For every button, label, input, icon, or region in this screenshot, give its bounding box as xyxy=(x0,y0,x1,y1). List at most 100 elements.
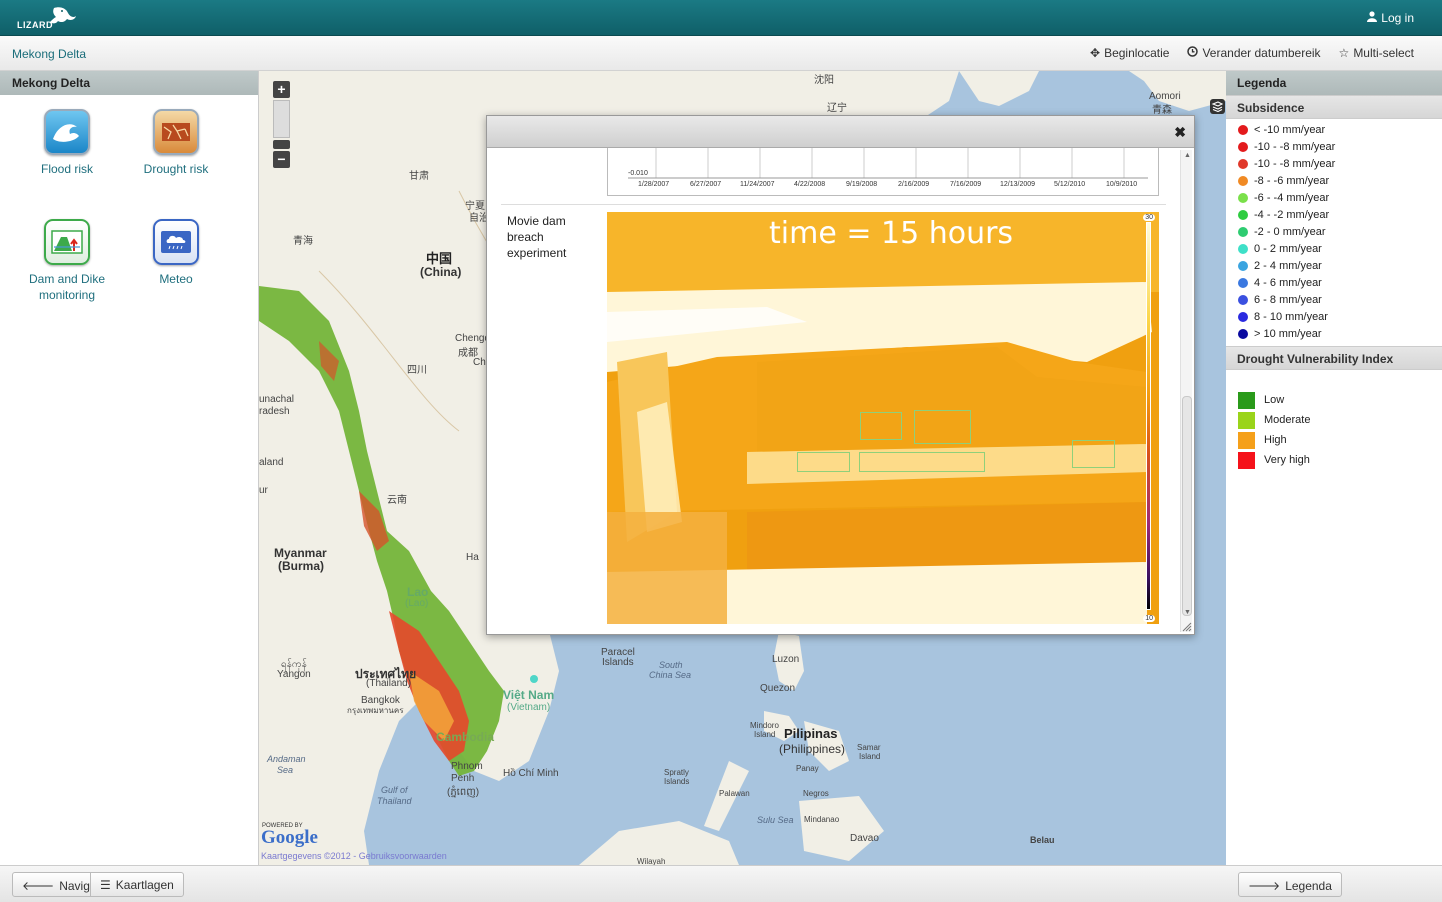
drought-legend-item: Moderate xyxy=(1238,410,1442,430)
subsidence-legend: < -10 mm/year -10 - -8 mm/year -10 - -8 mm… xyxy=(1226,119,1442,346)
zoom-slider-handle[interactable] xyxy=(273,140,290,149)
map-label: 甘肃 xyxy=(409,171,429,182)
zoom-control: + − xyxy=(273,81,290,168)
map-label: South xyxy=(659,660,683,670)
map-label: Andaman xyxy=(267,754,306,764)
legend-dot-icon xyxy=(1238,311,1248,322)
app-meteo[interactable]: Meteo xyxy=(126,219,226,287)
map-layers-label: Kaartlagen xyxy=(115,878,174,892)
zoom-in-button[interactable]: + xyxy=(273,81,290,98)
subsidence-legend-item: -10 - -8 mm/year xyxy=(1238,138,1442,155)
lizard-logo[interactable]: LIZARD xyxy=(14,4,80,32)
scroll-down-icon[interactable]: ▼ xyxy=(1184,609,1191,616)
map-label: Yangon xyxy=(277,669,311,680)
scroll-thumb[interactable] xyxy=(1182,396,1192,616)
map-attribution: Kaartgegevens ©2012 - Gebruiksvoorwaarde… xyxy=(261,851,447,861)
resize-handle-icon[interactable] xyxy=(1182,622,1192,632)
clock-icon xyxy=(1187,46,1199,60)
row-divider xyxy=(501,204,1166,205)
popup-scrollbar[interactable]: ▲ ▼ xyxy=(1180,150,1192,632)
terms-link[interactable]: Gebruiksvoorwaarden xyxy=(359,851,447,861)
google-logo[interactable]: Google xyxy=(261,827,318,849)
map-layers-button[interactable]: ☰ Kaartlagen xyxy=(90,872,184,897)
legend-dot-icon xyxy=(1238,328,1248,339)
popup-header: ✖ xyxy=(487,116,1194,148)
map-label: Negros xyxy=(803,789,829,798)
breadcrumb[interactable]: Mekong Delta xyxy=(12,47,86,61)
close-icon[interactable]: ✖ xyxy=(1174,124,1186,141)
legend-dot-icon xyxy=(1238,209,1248,220)
cracked-earth-icon xyxy=(153,109,199,155)
legend-label: -4 - -2 mm/year xyxy=(1254,208,1330,221)
map-label: (Burma) xyxy=(278,559,325,573)
sub-bar: Mekong Delta ✥ Beginlocatie Verander dat… xyxy=(0,36,1442,71)
legend-dot-icon xyxy=(1238,158,1248,169)
roi-box xyxy=(860,412,902,440)
date-range-button[interactable]: Verander datumbereik xyxy=(1187,46,1321,60)
video-title: time = 15 hours xyxy=(769,216,1014,251)
arrow-left-icon: 🡐 xyxy=(22,879,55,893)
map-label: Gulf of xyxy=(381,785,408,795)
map-label: Lao xyxy=(407,585,429,599)
zoom-out-button[interactable]: − xyxy=(273,151,290,168)
subsidence-legend-item: 2 - 4 mm/year xyxy=(1238,257,1442,274)
subsidence-header[interactable]: Subsidence xyxy=(1226,95,1442,119)
map-label: (Lao) xyxy=(405,598,429,609)
map-label: Sea xyxy=(277,765,294,775)
map-label: (Thailand) xyxy=(366,678,412,689)
legend-dot-icon xyxy=(1238,226,1248,237)
login-link[interactable]: Log in xyxy=(1367,11,1414,25)
layers-icon[interactable] xyxy=(1210,99,1225,114)
wave-icon xyxy=(44,109,90,155)
x-tick: 9/19/2008 xyxy=(846,181,878,188)
map-label: Spratly xyxy=(664,768,689,777)
legend-label: -8 - -6 mm/year xyxy=(1254,174,1330,187)
zoom-slider[interactable] xyxy=(273,100,290,138)
roi-box xyxy=(797,452,850,472)
legend-label: Moderate xyxy=(1264,414,1311,426)
map-label: (ភ្នំពេញ) xyxy=(447,787,480,798)
rain-cloud-icon xyxy=(153,219,199,265)
map-label: 辽宁 xyxy=(827,103,847,114)
roi-box xyxy=(914,410,971,444)
timeseries-chart: -0.010 1/28/2007 6/27/2007 11/24/2007 4/… xyxy=(607,148,1159,196)
subsidence-legend-item: -2 - 0 mm/year xyxy=(1238,223,1442,240)
map-label: Ha xyxy=(466,552,479,563)
subsidence-legend-item: < -10 mm/year xyxy=(1238,121,1442,138)
app-flood-risk[interactable]: Flood risk xyxy=(17,109,117,177)
legend-dot-icon xyxy=(1238,243,1248,254)
begin-location-button[interactable]: ✥ Beginlocatie xyxy=(1090,46,1169,60)
legend-label: Very high xyxy=(1264,454,1310,466)
map-label: Ch xyxy=(473,357,486,368)
legend-button[interactable]: 🡒 Legenda xyxy=(1238,872,1342,897)
thermal-video-frame[interactable]: time = 15 hours 30 10 xyxy=(607,212,1159,624)
multi-select-button[interactable]: ☆ Multi-select xyxy=(1339,46,1414,60)
color-scale-bar xyxy=(1146,222,1151,610)
user-icon xyxy=(1367,11,1378,25)
subsidence-legend-item: -6 - -4 mm/year xyxy=(1238,189,1442,206)
legend-dot-icon xyxy=(1238,192,1248,203)
legend-label: > 10 mm/year xyxy=(1254,327,1322,340)
subsidence-legend-item: -10 - -8 mm/year xyxy=(1238,155,1442,172)
legend-label: < -10 mm/year xyxy=(1254,123,1326,136)
map-label: 青森 xyxy=(1152,105,1172,116)
map-label: Luzon xyxy=(772,654,800,665)
map-label: Panay xyxy=(796,764,819,773)
date-range-label: Verander datumbereik xyxy=(1202,46,1321,60)
map-label: (Philippines) xyxy=(779,742,846,756)
drought-legend-item: Low xyxy=(1238,390,1442,410)
app-drought-risk[interactable]: Drought risk xyxy=(126,109,226,177)
legend-label: -2 - 0 mm/year xyxy=(1254,225,1326,238)
scroll-up-icon[interactable]: ▲ xyxy=(1184,152,1191,159)
app-dam-dike-monitoring[interactable]: Dam and Dike monitoring xyxy=(17,219,117,303)
drought-legend-item: Very high xyxy=(1238,450,1442,470)
y-tick: -0.010 xyxy=(628,170,648,177)
drought-legend-item: High xyxy=(1238,430,1442,450)
crosshair-icon: ✥ xyxy=(1090,46,1101,60)
legend-label: -10 - -8 mm/year xyxy=(1254,140,1336,153)
legend-label: 8 - 10 mm/year xyxy=(1254,310,1328,323)
map-label: Thailand xyxy=(377,796,412,806)
drought-header[interactable]: Drought Vulnerability Index xyxy=(1226,346,1442,370)
x-tick: 4/22/2008 xyxy=(794,181,826,188)
map-label: Islands xyxy=(602,657,634,668)
